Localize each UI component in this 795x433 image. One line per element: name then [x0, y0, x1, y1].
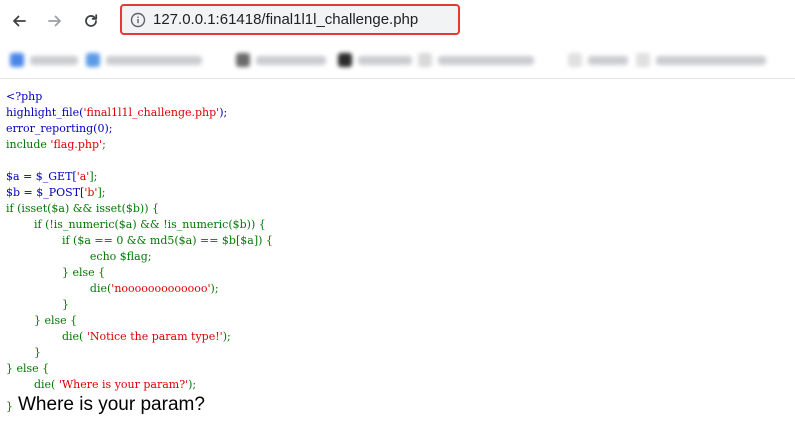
- code-line: } else {: [61, 266, 106, 279]
- bookmark-item[interactable]: [10, 53, 78, 67]
- site-info-icon[interactable]: [129, 11, 147, 29]
- code-line: } else {: [33, 314, 78, 327]
- highlighted-source-code: <?php highlight_file('final1l1l_challeng…: [6, 89, 273, 393]
- forward-button[interactable]: [42, 8, 68, 34]
- bookmark-favicon-icon: [418, 53, 432, 67]
- code-line: die( 'Notice the param type!');: [61, 330, 231, 343]
- code-line: if ($a == 0 && md5($a) == $b[$a]) {: [61, 234, 273, 247]
- code-line: include 'flag.php';: [6, 138, 106, 151]
- bookmark-label-placeholder: [588, 55, 628, 65]
- bookmark-label-placeholder: [256, 55, 326, 65]
- bookmark-item[interactable]: [86, 53, 202, 67]
- bookmark-favicon-icon: [636, 53, 650, 67]
- back-button[interactable]: [6, 8, 32, 34]
- bookmark-favicon-icon: [10, 53, 24, 67]
- bookmark-label-placeholder: [30, 55, 78, 65]
- code-line: highlight_file('final1l1l_challenge.php'…: [6, 106, 228, 119]
- bookmark-label-placeholder: [358, 55, 412, 65]
- reload-icon: [85, 14, 98, 27]
- bookmark-item[interactable]: [338, 53, 412, 67]
- bookmark-label-placeholder: [106, 55, 202, 65]
- bookmark-item[interactable]: [636, 53, 766, 67]
- address-text: 127.0.0.1:61418/final1l1l_challenge.php: [153, 11, 419, 28]
- arrow-right-icon: [48, 15, 61, 27]
- code-line: if (isset($a) && isset($b)) {: [6, 202, 159, 215]
- code-line: die( 'Where is your param?');: [33, 378, 197, 391]
- code-line: } else {: [6, 362, 50, 375]
- code-line: }: [61, 298, 69, 311]
- output-message: Where is your param?: [18, 394, 205, 415]
- bookmarks-bar: [0, 42, 795, 79]
- bookmark-favicon-icon: [236, 53, 250, 67]
- arrow-left-icon: [13, 15, 26, 27]
- reload-button[interactable]: [78, 8, 104, 34]
- page-output: } Where is your param?: [6, 394, 205, 418]
- bookmark-item[interactable]: [236, 53, 326, 67]
- address-bar[interactable]: 127.0.0.1:61418/final1l1l_challenge.php: [120, 4, 460, 35]
- code-line: $b = $_POST['b'];: [6, 186, 106, 199]
- code-closing-brace: }: [6, 400, 13, 413]
- bookmark-favicon-icon: [568, 53, 582, 67]
- bookmark-favicon-icon: [338, 53, 352, 67]
- bookmark-label-placeholder: [656, 55, 766, 65]
- code-line: $a = $_GET['a'];: [6, 170, 98, 183]
- bookmark-label-placeholder: [438, 55, 534, 65]
- code-line: }: [33, 346, 41, 359]
- code-line: if (!is_numeric($a) && !is_numeric($b)) …: [33, 218, 266, 231]
- code-line: error_reporting(0);: [6, 122, 113, 135]
- bookmark-favicon-icon: [86, 53, 100, 67]
- browser-toolbar: 127.0.0.1:61418/final1l1l_challenge.php: [0, 0, 795, 42]
- bookmark-item[interactable]: [568, 53, 628, 67]
- code-line: die('nooooooooooooo');: [89, 282, 219, 295]
- code-line: <?php: [6, 90, 43, 103]
- code-line: echo $flag;: [89, 250, 152, 263]
- bookmark-item[interactable]: [418, 53, 534, 67]
